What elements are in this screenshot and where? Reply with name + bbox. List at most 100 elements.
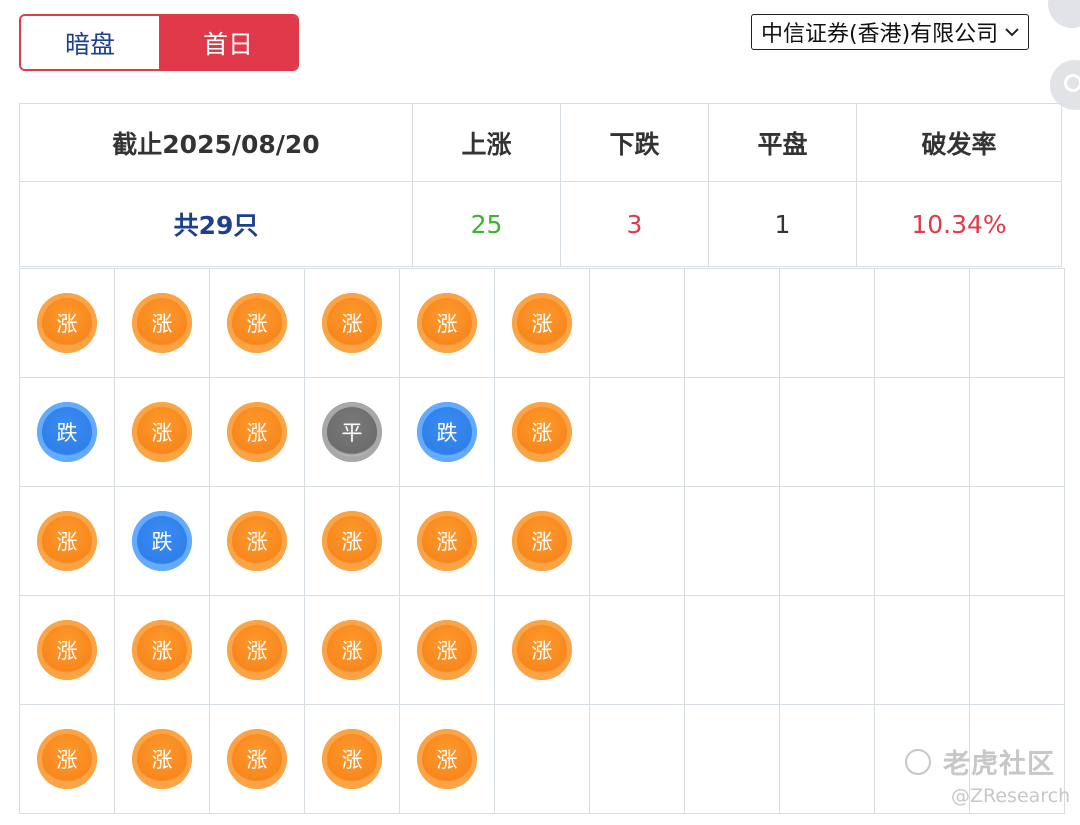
grid-cell: 涨: [209, 486, 305, 596]
coin-label: 涨: [56, 530, 78, 554]
down-coin[interactable]: 跌: [132, 511, 192, 571]
coin-label: 涨: [151, 639, 173, 663]
grid-cell: [589, 268, 685, 378]
up-count: 25: [412, 181, 561, 267]
up-coin[interactable]: 涨: [512, 402, 572, 462]
broker-select[interactable]: 中信证券(香港)有限公司: [751, 14, 1030, 50]
grid-cell: 涨: [19, 595, 115, 705]
grid-cell: [779, 486, 875, 596]
up-coin[interactable]: 涨: [512, 511, 572, 571]
up-coin[interactable]: 涨: [132, 293, 192, 353]
grid-cell: [684, 268, 780, 378]
up-coin[interactable]: 涨: [417, 729, 477, 789]
grid-row: 跌涨涨平跌涨: [19, 377, 1065, 487]
up-coin[interactable]: 涨: [417, 293, 477, 353]
coin-label: 涨: [436, 639, 458, 663]
up-coin[interactable]: 涨: [37, 620, 97, 680]
coin-label: 涨: [531, 421, 553, 445]
coin-label: 涨: [531, 530, 553, 554]
grid-cell: 跌: [19, 377, 115, 487]
down-coin[interactable]: 跌: [417, 402, 477, 462]
header-break-rate: 破发率: [856, 103, 1062, 182]
coin-label: 涨: [56, 748, 78, 772]
coin-label: 跌: [436, 421, 458, 445]
grid-cell: 跌: [399, 377, 495, 487]
grid-cell: [779, 268, 875, 378]
grid-cell: [589, 486, 685, 596]
up-coin[interactable]: 涨: [227, 729, 287, 789]
tab-grey-market[interactable]: 暗盘: [21, 16, 159, 69]
coin-label: 涨: [436, 530, 458, 554]
tiger-logo-icon: [905, 748, 931, 775]
grid-cell: 涨: [114, 595, 210, 705]
grid-cell: [874, 268, 970, 378]
up-coin[interactable]: 涨: [322, 293, 382, 353]
down-coin[interactable]: 跌: [37, 402, 97, 462]
coin-label: 涨: [436, 312, 458, 336]
grid-cell: 涨: [494, 595, 590, 705]
up-coin[interactable]: 涨: [512, 293, 572, 353]
grid-cell: 涨: [399, 486, 495, 596]
coin-label: 涨: [246, 312, 268, 336]
tab-first-day[interactable]: 首日: [159, 16, 297, 69]
grid-cell: 涨: [114, 268, 210, 378]
grid-cell: [969, 377, 1065, 487]
up-coin[interactable]: 涨: [227, 293, 287, 353]
up-coin[interactable]: 涨: [322, 620, 382, 680]
flat-coin[interactable]: 平: [322, 402, 382, 462]
grid-cell: [969, 595, 1065, 705]
up-coin[interactable]: 涨: [132, 402, 192, 462]
grid-cell: 涨: [19, 268, 115, 378]
up-coin[interactable]: 涨: [227, 620, 287, 680]
up-coin[interactable]: 涨: [227, 402, 287, 462]
grid-cell: 涨: [304, 704, 400, 814]
up-coin[interactable]: 涨: [227, 511, 287, 571]
total-count: 共29只: [19, 181, 413, 267]
up-coin[interactable]: 涨: [417, 620, 477, 680]
grid-cell: 涨: [209, 704, 305, 814]
watermark-handle: @ZResearch: [951, 785, 1071, 807]
grid-cell: 涨: [209, 377, 305, 487]
grid-cell: 涨: [399, 704, 495, 814]
coin-label: 跌: [56, 421, 78, 445]
up-coin[interactable]: 涨: [37, 511, 97, 571]
grid-cell: [494, 704, 590, 814]
up-coin[interactable]: 涨: [417, 511, 477, 571]
grid-cell: 涨: [209, 268, 305, 378]
grid-row: 涨跌涨涨涨涨: [19, 486, 1065, 596]
grid-cell: 涨: [19, 704, 115, 814]
chevron-down-icon: [1005, 28, 1019, 37]
coin-label: 涨: [151, 421, 173, 445]
grid-cell: 涨: [494, 377, 590, 487]
coin-label: 平: [341, 421, 363, 445]
up-coin[interactable]: 涨: [132, 729, 192, 789]
grid-cell: [589, 704, 685, 814]
coin-label: 涨: [341, 530, 363, 554]
up-coin[interactable]: 涨: [322, 511, 382, 571]
up-coin[interactable]: 涨: [512, 620, 572, 680]
down-count: 3: [560, 181, 709, 267]
header-up: 上涨: [412, 103, 561, 182]
grid-cell: [874, 486, 970, 596]
coin-label: 跌: [151, 530, 173, 554]
grid-cell: [779, 595, 875, 705]
grid-cell: 跌: [114, 486, 210, 596]
grid-cell: 涨: [304, 486, 400, 596]
grid-cell: [779, 704, 875, 814]
grid-cell: [969, 486, 1065, 596]
floating-action-icon[interactable]: [1048, 0, 1080, 28]
coin-label: 涨: [531, 639, 553, 663]
coin-label: 涨: [246, 639, 268, 663]
watermark-brand: 老虎社区: [943, 749, 1055, 780]
grid-cell: 涨: [209, 595, 305, 705]
up-coin[interactable]: 涨: [37, 729, 97, 789]
market-stage-tabs: 暗盘 首日: [19, 14, 299, 71]
up-coin[interactable]: 涨: [322, 729, 382, 789]
grid-cell: [874, 377, 970, 487]
grid-cell: 涨: [399, 268, 495, 378]
grid-cell: 涨: [114, 704, 210, 814]
up-coin[interactable]: 涨: [37, 293, 97, 353]
coin-label: 涨: [56, 639, 78, 663]
grid-cell: [969, 268, 1065, 378]
up-coin[interactable]: 涨: [132, 620, 192, 680]
